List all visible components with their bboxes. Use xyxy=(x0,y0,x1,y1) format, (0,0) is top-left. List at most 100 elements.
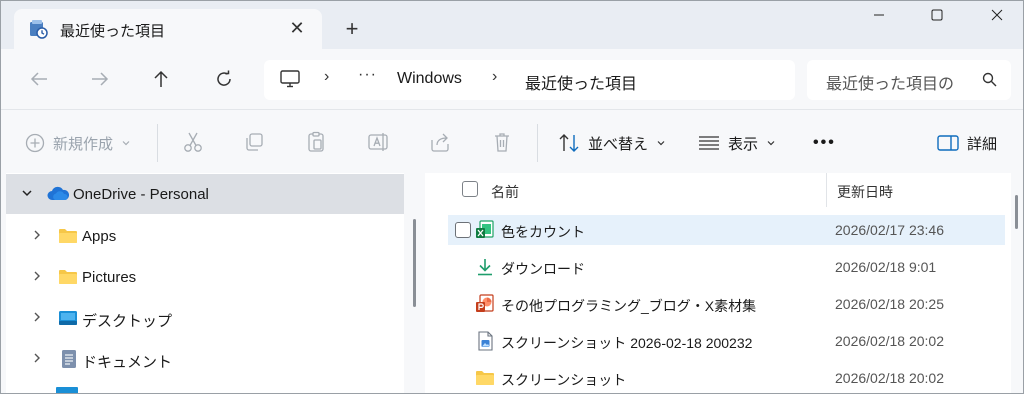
details-pane-icon xyxy=(937,135,959,151)
column-header-date-modified[interactable]: 更新日時 xyxy=(837,182,893,202)
sidebar-item-pictures[interactable]: Pictures xyxy=(6,257,404,297)
file-date: 2026/02/18 20:25 xyxy=(835,296,944,312)
tab-close-button[interactable]: ✕ xyxy=(284,15,310,41)
row-checkbox[interactable] xyxy=(455,222,471,238)
table-row[interactable]: スクリーンショット 2026-02-18 200232 2026/02/18 2… xyxy=(448,326,1005,356)
recent-folder-icon xyxy=(28,19,48,39)
folder-icon xyxy=(476,371,494,385)
select-all-checkbox[interactable] xyxy=(462,181,478,197)
file-date: 2026/02/18 9:01 xyxy=(835,259,937,275)
chevron-down-icon[interactable] xyxy=(20,186,34,200)
breadcrumb-recent-items[interactable]: 最近使った項目 xyxy=(525,70,637,94)
list-view-icon xyxy=(699,136,719,150)
file-date: 2026/02/17 23:46 xyxy=(835,222,944,238)
arrow-right-icon xyxy=(92,72,109,86)
breadcrumb-windows[interactable]: Windows xyxy=(397,70,462,88)
refresh-icon xyxy=(217,70,231,86)
chevron-right-icon[interactable] xyxy=(30,351,44,365)
cut-button[interactable] xyxy=(180,129,206,155)
details-button[interactable]: 詳細 xyxy=(937,130,997,156)
tab-bar: 最近使った項目 ✕ + xyxy=(1,1,1023,49)
search-placeholder[interactable]: 最近使った項目の xyxy=(826,70,954,94)
chevron-down-icon xyxy=(657,141,665,146)
chevron-right-icon[interactable] xyxy=(30,310,44,324)
sidebar-item-onedrive[interactable]: OneDrive - Personal xyxy=(6,174,404,214)
search-box[interactable]: 最近使った項目の xyxy=(807,60,1011,100)
delete-button[interactable] xyxy=(489,129,515,155)
powerpoint-file-icon xyxy=(476,294,494,312)
close-window-button[interactable] xyxy=(974,3,1020,33)
back-button[interactable] xyxy=(22,63,56,95)
this-pc-icon[interactable] xyxy=(280,70,300,91)
share-icon xyxy=(431,133,449,152)
close-icon xyxy=(991,9,1003,21)
file-name: スクリーンショット 2026-02-18 200232 xyxy=(501,335,753,351)
minimize-button[interactable] xyxy=(856,3,902,33)
sidebar-item-documents[interactable]: ドキュメント xyxy=(6,339,404,379)
divider xyxy=(157,124,158,162)
breadcrumb-separator[interactable]: › xyxy=(492,68,497,86)
command-bar: 新規作成 並べ替え 表示 ••• 詳細 xyxy=(1,109,1023,173)
new-tab-button[interactable]: + xyxy=(337,15,367,43)
sidebar-item-label: Apps xyxy=(82,228,117,245)
content-area: OneDrive - Personal Apps Pictures デスクトップ xyxy=(1,173,1023,393)
folder-icon xyxy=(59,229,77,243)
maximize-button[interactable] xyxy=(914,3,960,33)
new-button[interactable]: 新規作成 xyxy=(25,130,131,156)
chevron-down-icon xyxy=(122,141,130,146)
breadcrumb-overflow-button[interactable]: ··· xyxy=(358,66,377,84)
file-name: 色をカウント xyxy=(501,224,585,240)
view-button[interactable]: 表示 xyxy=(698,130,776,156)
sidebar-item-apps[interactable]: Apps xyxy=(6,216,404,256)
file-name: ダウンロード xyxy=(501,261,585,277)
column-header-row: 名前 更新日時 xyxy=(425,173,1011,207)
copy-button[interactable] xyxy=(241,129,267,155)
download-icon xyxy=(478,259,492,276)
excel-file-icon xyxy=(476,220,494,238)
folder-icon xyxy=(59,270,77,284)
file-list: 名前 更新日時 色をカウント 2026/02/17 23:46 ダウンロード 2… xyxy=(425,173,1011,393)
file-list-scrollbar[interactable] xyxy=(1015,195,1018,229)
documents-folder-icon xyxy=(62,350,76,368)
table-row[interactable]: その他プログラミング_ブログ・X素材集 2026/02/18 20:25 xyxy=(448,289,1005,319)
image-file-icon xyxy=(478,331,493,351)
see-more-button[interactable]: ••• xyxy=(813,130,836,156)
paste-button[interactable] xyxy=(303,129,329,155)
table-row[interactable]: ダウンロード 2026/02/18 9:01 xyxy=(448,252,1005,282)
chevron-right-icon[interactable] xyxy=(30,269,44,283)
tab-recent-items[interactable]: 最近使った項目 ✕ xyxy=(14,9,322,49)
forward-button[interactable] xyxy=(83,63,117,95)
sort-button[interactable]: 並べ替え xyxy=(558,130,666,156)
trash-icon xyxy=(495,133,509,152)
file-date: 2026/02/18 20:02 xyxy=(835,333,944,349)
table-row[interactable]: スクリーンショット 2026/02/18 20:02 xyxy=(448,363,1005,393)
tab-title: 最近使った項目 xyxy=(60,23,166,40)
chevron-down-icon xyxy=(767,141,775,146)
search-icon[interactable] xyxy=(982,72,997,90)
details-button-label: 詳細 xyxy=(967,135,998,153)
column-header-name[interactable]: 名前 xyxy=(491,182,519,202)
sidebar-scrollbar[interactable] xyxy=(413,219,416,307)
arrow-left-icon xyxy=(30,72,47,86)
share-button[interactable] xyxy=(427,129,453,155)
file-name: スクリーンショット xyxy=(501,372,627,388)
rename-icon xyxy=(368,133,388,151)
plus-circle-icon xyxy=(25,133,45,153)
up-button[interactable] xyxy=(144,63,178,95)
sidebar-item-label: Pictures xyxy=(82,269,137,286)
file-name: その他プログラミング_ブログ・X素材集 xyxy=(501,298,757,314)
rename-button[interactable] xyxy=(365,129,391,155)
breadcrumb-separator[interactable]: › xyxy=(324,68,329,86)
chevron-right-icon[interactable] xyxy=(30,228,44,242)
partially-visible-folder-icon xyxy=(56,387,78,393)
file-explorer-window: 最近使った項目 ✕ + › ··· Windows › 最近使った項目 最近使っ… xyxy=(0,0,1024,394)
clipboard-icon xyxy=(308,131,324,152)
sort-icon xyxy=(559,134,579,152)
new-button-label: 新規作成 xyxy=(53,135,114,153)
refresh-button[interactable] xyxy=(207,63,241,95)
table-row[interactable]: 色をカウント 2026/02/17 23:46 xyxy=(448,215,1005,245)
column-divider[interactable] xyxy=(826,173,827,207)
sidebar-item-desktop[interactable]: デスクトップ xyxy=(6,298,404,338)
view-button-label: 表示 xyxy=(728,135,759,153)
address-bar[interactable]: › ··· Windows › 最近使った項目 xyxy=(264,60,795,100)
